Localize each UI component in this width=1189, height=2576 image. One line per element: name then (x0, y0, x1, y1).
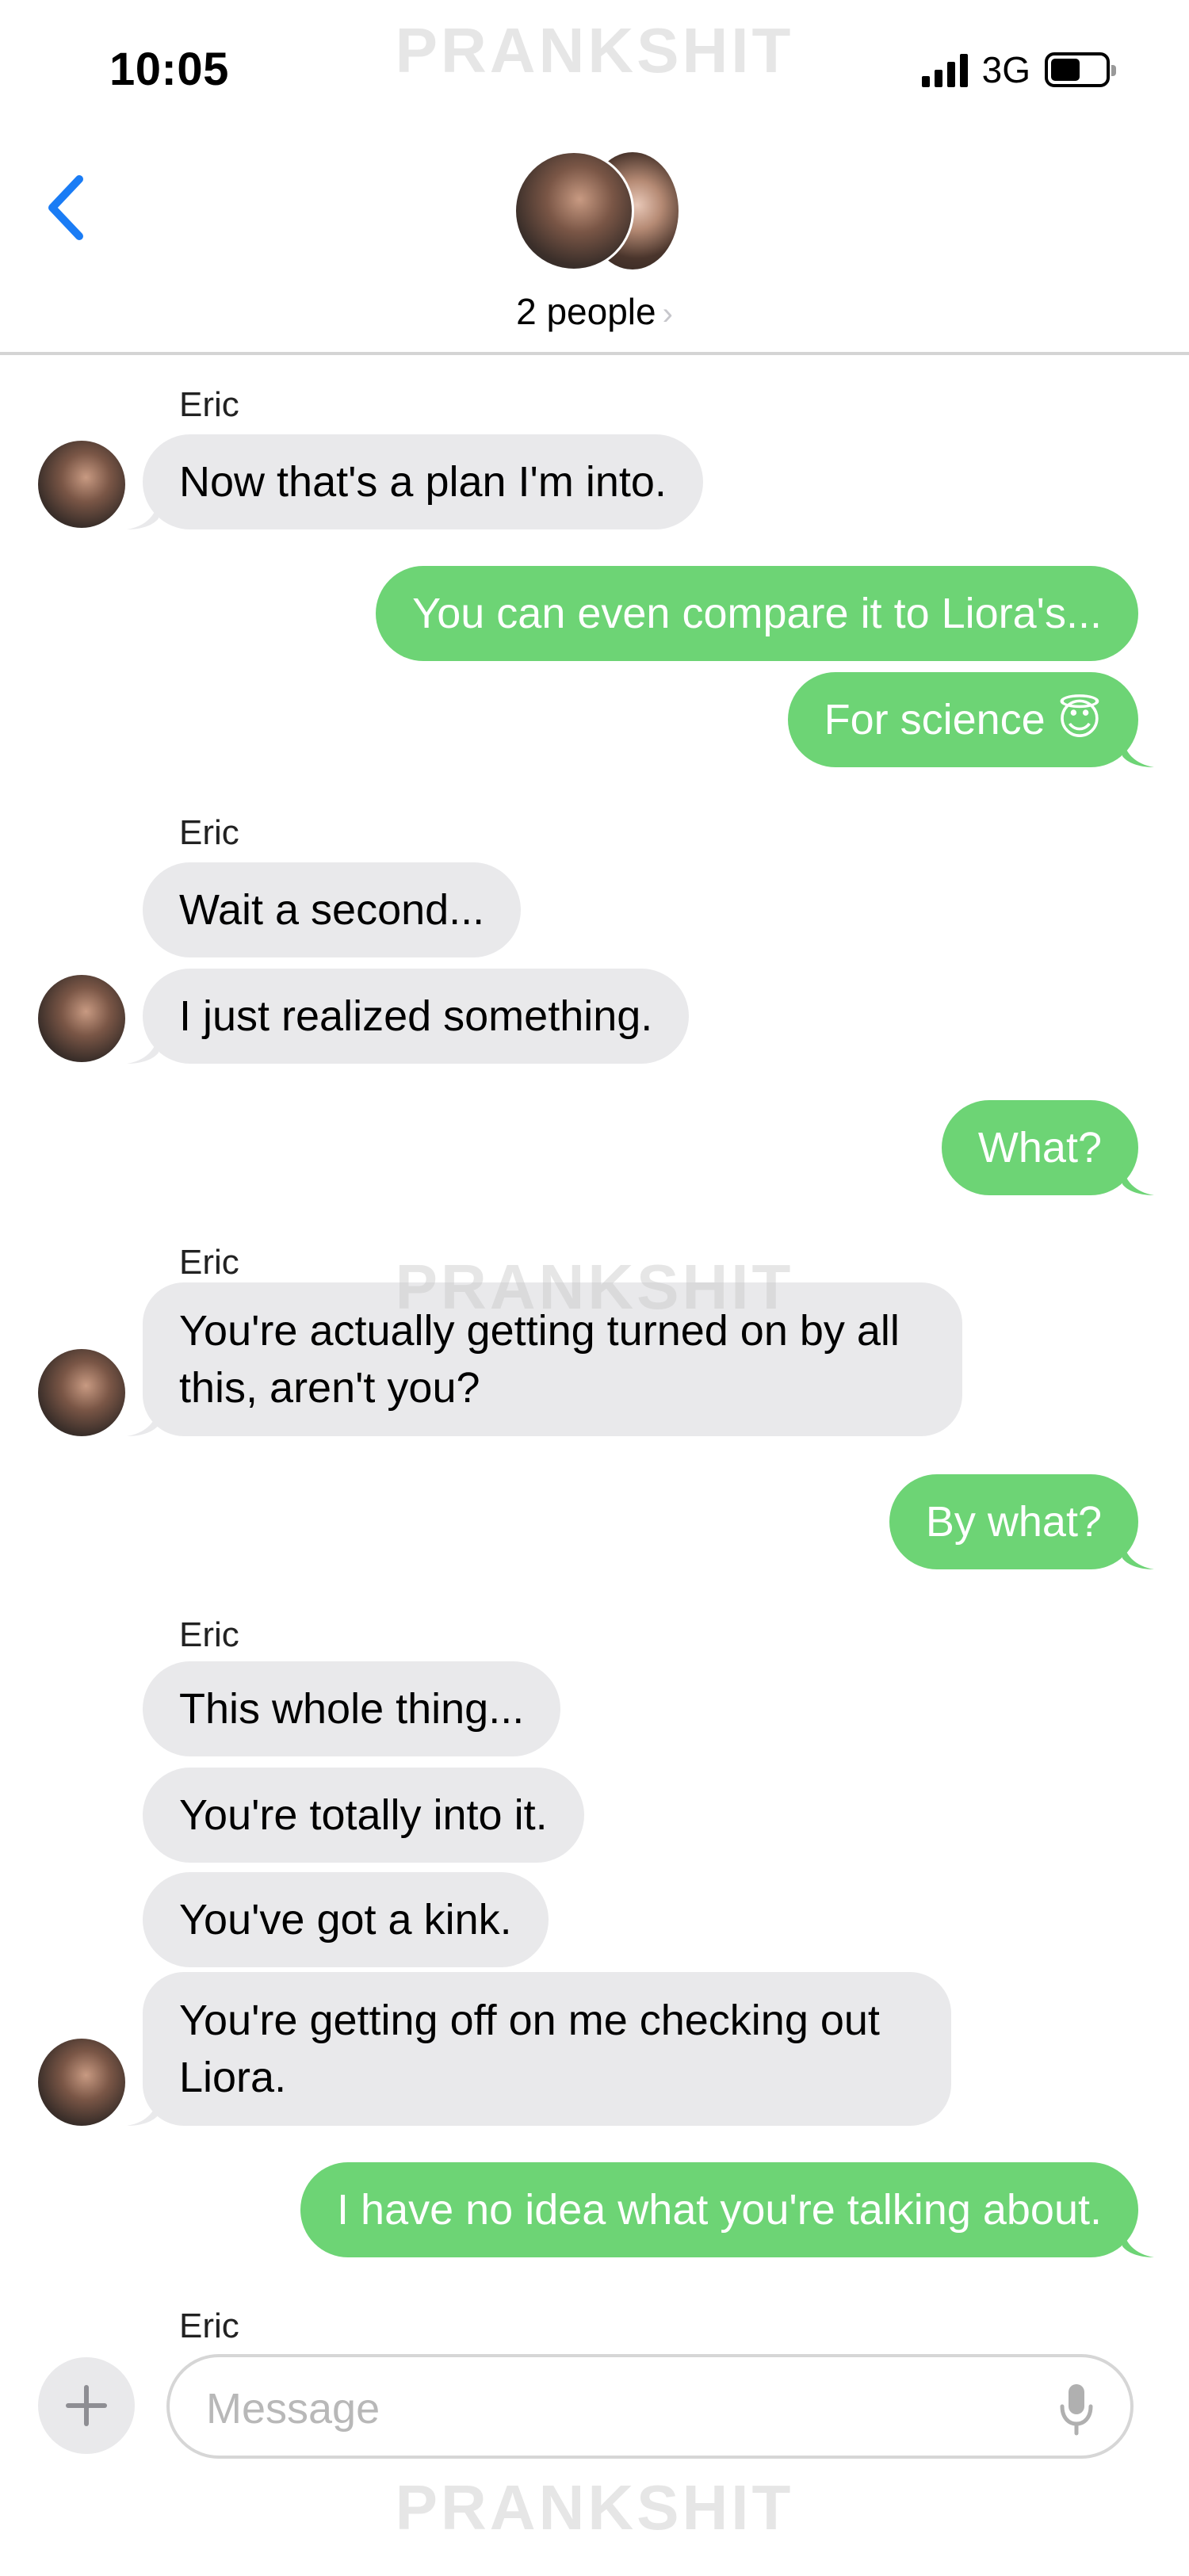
message-text: This whole thing... (179, 1685, 525, 1733)
bubble-tail (127, 498, 159, 529)
bubble-tail (127, 1405, 159, 1436)
group-info-link[interactable]: 2 people › (0, 290, 1189, 333)
sender-name: Eric (179, 813, 239, 852)
chevron-right-icon: › (662, 296, 673, 331)
bubble-tail (127, 2094, 159, 2126)
back-chevron-icon (48, 175, 83, 240)
back-button[interactable] (38, 168, 94, 247)
people-count-label: 2 people (516, 291, 656, 332)
outgoing-message[interactable]: For science 😇 (787, 672, 1138, 767)
incoming-message[interactable]: Wait a second... (143, 862, 522, 957)
plus-icon (66, 2385, 107, 2426)
incoming-message[interactable]: You've got a kink. (143, 1872, 549, 1967)
message-text: You're totally into it. (179, 1791, 548, 1839)
status-time: 10:05 (109, 44, 229, 95)
conversation-header: 2 people › (0, 135, 1189, 355)
message-text: I have no idea what you're talking about… (337, 2186, 1102, 2234)
incoming-message[interactable]: You're getting off on me checking out Li… (143, 1972, 951, 2126)
avatar (514, 151, 634, 271)
message-text: By what? (925, 1498, 1102, 1546)
message-text: What? (977, 1124, 1102, 1171)
status-bar: 10:05 3G (0, 0, 1189, 135)
status-indicators: 3G (921, 48, 1116, 92)
avatar[interactable] (38, 975, 125, 1062)
bubble-tail (1122, 1164, 1154, 1195)
sender-name: Eric (179, 1243, 239, 1282)
network-type: 3G (981, 49, 1030, 90)
outgoing-message[interactable]: By what? (889, 1474, 1138, 1569)
add-attachment-button[interactable] (38, 2357, 135, 2454)
avatar[interactable] (38, 1349, 125, 1436)
incoming-message[interactable]: You're totally into it. (143, 1768, 584, 1863)
incoming-message[interactable]: I just realized something. (143, 969, 690, 1064)
message-field[interactable] (166, 2354, 1134, 2459)
avatar[interactable] (38, 441, 125, 528)
message-list: Eric Now that's a plan I'm into. You can… (0, 358, 1189, 2345)
signal-icon (921, 52, 968, 87)
message-text: You've got a kink. (179, 1896, 512, 1943)
message-input[interactable] (206, 2381, 999, 2436)
incoming-message[interactable]: Now that's a plan I'm into. (143, 434, 703, 529)
sender-name: Eric (179, 385, 239, 424)
compose-bar (0, 2346, 1189, 2489)
bubble-tail (1122, 736, 1154, 767)
message-text: You're getting off on me checking out Li… (179, 1997, 880, 2101)
bubble-tail (1122, 1538, 1154, 1569)
avatar[interactable] (38, 2039, 125, 2126)
group-avatar[interactable] (514, 147, 680, 274)
message-text: You can even compare it to Liora's... (412, 590, 1102, 637)
incoming-message[interactable]: This whole thing... (143, 1661, 561, 1756)
message-text: For science 😇 (824, 696, 1102, 743)
message-text: I just realized something. (179, 992, 653, 1040)
incoming-message[interactable]: You're actually getting turned on by all… (143, 1282, 962, 1436)
outgoing-message[interactable]: You can even compare it to Liora's... (376, 566, 1138, 661)
microphone-icon[interactable] (1059, 2383, 1094, 2436)
message-text: Wait a second... (179, 886, 485, 934)
bubble-tail (1122, 2226, 1154, 2257)
message-text: You're actually getting turned on by all… (179, 1307, 900, 1412)
battery-icon (1045, 52, 1116, 87)
bubble-tail (127, 1032, 159, 1064)
sender-name: Eric (179, 1615, 239, 1654)
outgoing-message[interactable]: What? (941, 1100, 1138, 1195)
sender-name: Eric (179, 2307, 239, 2345)
message-text: Now that's a plan I'm into. (179, 458, 667, 506)
outgoing-message[interactable]: I have no idea what you're talking about… (300, 2162, 1138, 2257)
